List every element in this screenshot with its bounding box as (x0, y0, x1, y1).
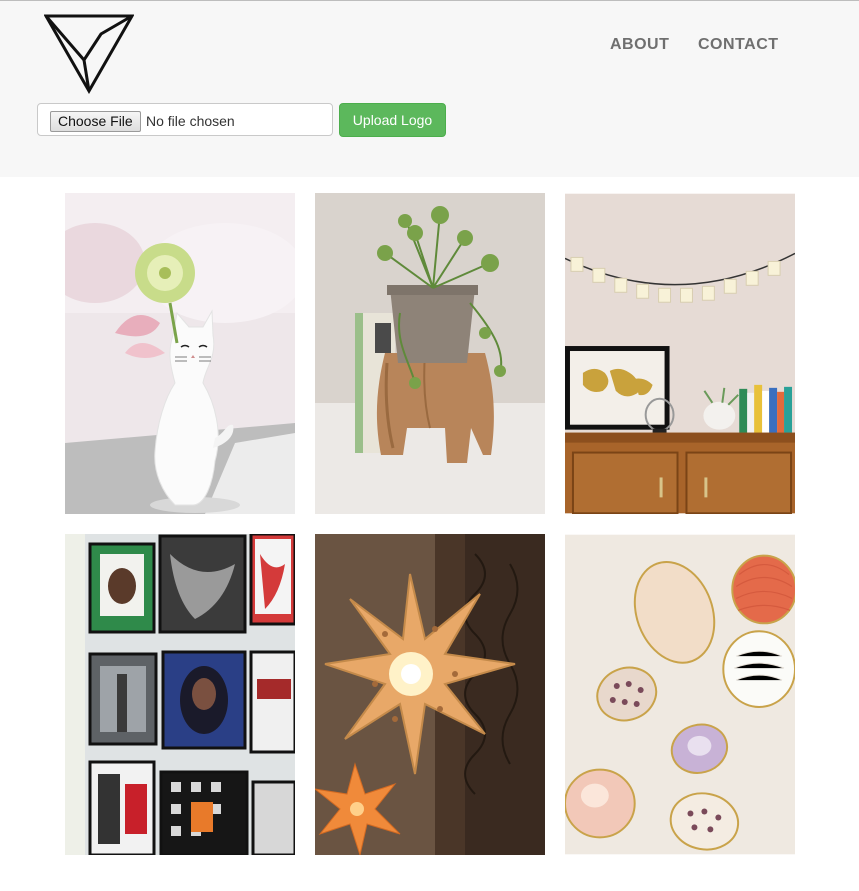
logo-triangle-icon (44, 14, 134, 94)
file-input[interactable]: Choose File No file chosen (37, 103, 333, 136)
gallery-item-potted-plant[interactable] (315, 193, 545, 514)
upload-logo-button[interactable]: Upload Logo (339, 103, 446, 137)
gallery-item-letter-lights[interactable] (565, 193, 796, 514)
potted-plant-photo (315, 193, 545, 514)
record-wall-photo (65, 534, 295, 855)
gallery-item-cat-vase[interactable] (65, 193, 295, 514)
site-header: ABOUT CONTACT Choose File No file chosen… (0, 1, 859, 177)
gallery-item-record-wall[interactable] (65, 534, 295, 855)
choose-file-button[interactable]: Choose File (50, 111, 141, 132)
letter-lights-shelf-photo (565, 193, 795, 514)
nav-about-link[interactable]: ABOUT (610, 36, 669, 54)
gallery-item-seashells[interactable] (565, 534, 796, 855)
cat-vase-photo (65, 193, 295, 514)
file-status-text: No file chosen (146, 113, 235, 129)
gallery-item-star-lanterns[interactable] (315, 534, 545, 855)
star-lanterns-photo (315, 534, 545, 855)
seashells-photo (565, 534, 795, 855)
nav-contact-link[interactable]: CONTACT (698, 36, 779, 54)
